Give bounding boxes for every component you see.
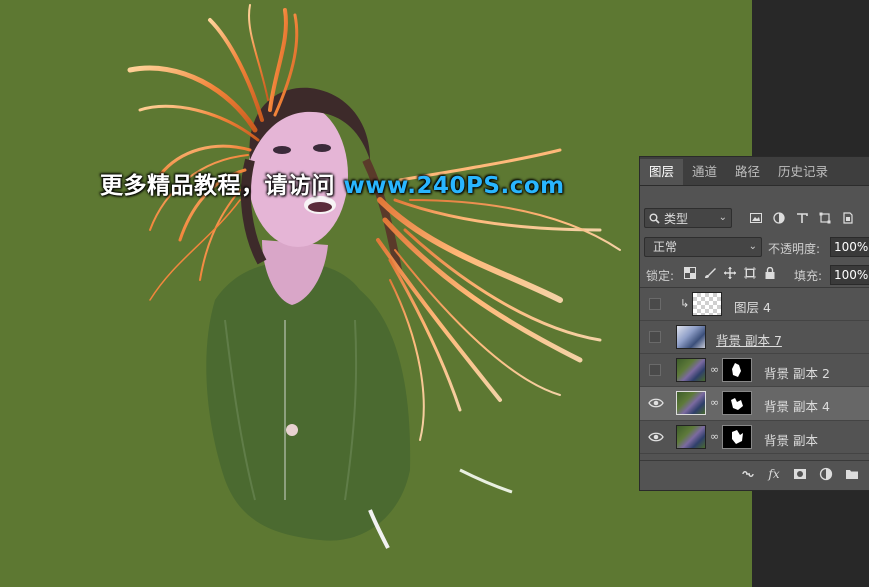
eye-icon[interactable]: [648, 430, 664, 444]
smart-object-filter-icon[interactable]: [842, 212, 854, 224]
blend-mode-value: 正常: [653, 240, 678, 254]
opacity-input[interactable]: 100%: [830, 237, 869, 257]
layers-panel: 图层 通道 路径 历史记录 类型 ⌄ 正常 ⌄ 不透明度: 100% 锁定: 填…: [639, 156, 869, 491]
mask-link-icon: ∞: [710, 430, 720, 443]
lock-move-icon[interactable]: [724, 267, 736, 279]
watermark-url: www.240PS.com: [343, 173, 565, 199]
filter-row: 类型 ⌄: [640, 205, 869, 231]
fx-icon[interactable]: fx: [767, 467, 781, 481]
search-icon: [649, 213, 660, 224]
layer-mask-thumbnail: [722, 425, 752, 449]
layer-mask-thumbnail: [722, 358, 752, 382]
tab-paths[interactable]: 路径: [726, 159, 769, 185]
chevron-down-icon: ⌄: [748, 241, 757, 252]
blend-mode-select[interactable]: 正常 ⌄: [644, 237, 762, 257]
layer-name: 图层 4: [734, 300, 771, 315]
watermark-text: 更多精品教程，请访问 www.240PS.com: [100, 166, 565, 200]
adjustment-layer-icon[interactable]: [819, 467, 833, 481]
layer-row-background-copy[interactable]: ∞ 背景 副本: [640, 421, 869, 454]
layer-name: 背景 副本: [764, 433, 818, 448]
layer-thumbnail: [676, 325, 706, 349]
watermark-label: 更多精品教程，请访问: [100, 173, 344, 199]
lock-transparent-icon[interactable]: [684, 267, 696, 279]
layer-thumbnail: [676, 391, 706, 415]
layer-thumbnail: [676, 358, 706, 382]
filter-icons: [750, 212, 854, 224]
fill-label: 填充:: [794, 269, 823, 283]
lock-all-icon[interactable]: [764, 267, 776, 279]
layer-row-background-copy-7[interactable]: 背景 副本 7: [640, 321, 869, 354]
layer-name: 背景 副本 4: [764, 399, 830, 414]
layer-row-background-copy-4[interactable]: ∞ 背景 副本 4: [640, 387, 869, 421]
layer-name: 背景 副本 7: [716, 333, 782, 348]
mask-link-icon: ∞: [710, 363, 720, 376]
layer-name: 背景 副本 2: [764, 366, 830, 381]
add-mask-icon[interactable]: [793, 467, 807, 481]
lock-label: 锁定:: [646, 269, 675, 283]
lock-icons: [684, 267, 776, 279]
layer-thumbnail: [676, 425, 706, 449]
layer-row-layer-4[interactable]: ↳ 图层 4: [640, 288, 869, 321]
jacket-shape: [206, 262, 411, 541]
fill-input[interactable]: 100%: [830, 265, 869, 285]
visibility-toggle[interactable]: [649, 331, 661, 343]
type-filter-icon[interactable]: [796, 212, 808, 224]
layer-thumbnail: [692, 292, 722, 316]
shape-filter-icon[interactable]: [819, 212, 831, 224]
layer-filter-select[interactable]: 类型 ⌄: [644, 208, 732, 228]
panel-bottom-bar: fx: [640, 460, 869, 487]
layer-mask-thumbnail: [722, 391, 752, 415]
adjustment-filter-icon[interactable]: [773, 212, 785, 224]
visibility-toggle[interactable]: [649, 298, 661, 310]
tab-history[interactable]: 历史记录: [769, 159, 837, 185]
new-group-icon[interactable]: [845, 467, 859, 481]
eye-icon[interactable]: [648, 396, 664, 410]
opacity-label: 不透明度:: [768, 242, 821, 256]
panel-tabs: 图层 通道 路径 历史记录: [640, 157, 869, 186]
visibility-toggle[interactable]: [649, 364, 661, 376]
tab-layers[interactable]: 图层: [640, 159, 684, 185]
link-layers-icon[interactable]: [741, 467, 755, 481]
lock-row: 锁定: 填充: 100%: [640, 263, 869, 287]
lock-artboard-icon[interactable]: [744, 267, 756, 279]
blend-row: 正常 ⌄ 不透明度: 100%: [640, 234, 869, 260]
clipping-arrow-icon: ↳: [680, 297, 690, 310]
layer-row-background-copy-2[interactable]: ∞ 背景 副本 2: [640, 354, 869, 387]
chevron-down-icon: ⌄: [718, 212, 727, 223]
lock-paint-icon[interactable]: [704, 267, 716, 279]
filter-label: 类型: [664, 211, 689, 226]
image-filter-icon[interactable]: [750, 212, 762, 224]
mask-link-icon: ∞: [710, 396, 720, 409]
tab-channels[interactable]: 通道: [683, 159, 726, 185]
layer-list: ↳ 图层 4 背景 副本 7 ∞ 背景 副本 2 ∞ 背景 副本 4 ∞ 背景 …: [640, 287, 869, 464]
